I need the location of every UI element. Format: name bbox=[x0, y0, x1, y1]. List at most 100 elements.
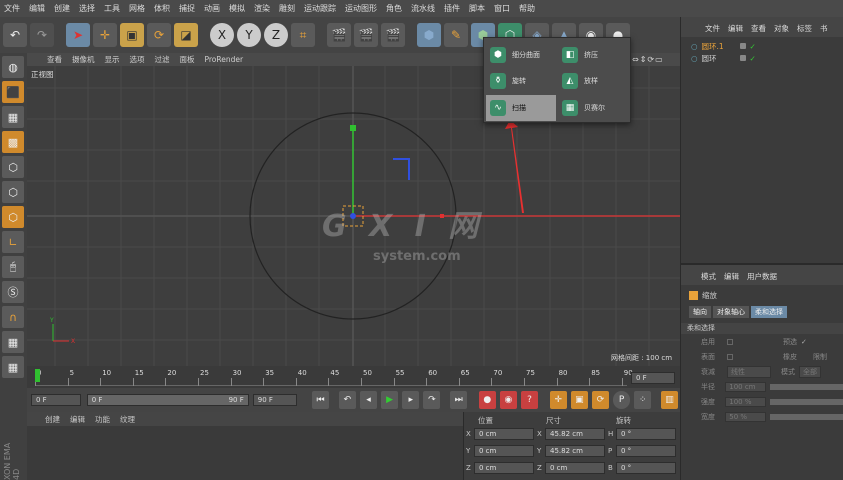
enabled-check-icon[interactable]: ✓ bbox=[750, 54, 756, 63]
attribute-checkbox[interactable] bbox=[727, 338, 733, 345]
menu-item[interactable]: 雕刻 bbox=[279, 3, 295, 14]
move-tool-button[interactable]: ✛ bbox=[93, 23, 117, 47]
objects-menu-item[interactable]: 对象 bbox=[774, 23, 789, 37]
redo-button[interactable]: ↷ bbox=[30, 23, 54, 47]
rotation-field[interactable]: 0 ° bbox=[616, 462, 676, 474]
x-axis-lock-button[interactable]: X bbox=[210, 23, 234, 47]
points-mode-button[interactable]: ⬡ bbox=[2, 156, 24, 178]
material-menu-item[interactable]: 创建 bbox=[45, 414, 60, 425]
menu-item[interactable]: 体积 bbox=[154, 3, 170, 14]
render-view-button[interactable]: 🎬 bbox=[327, 23, 351, 47]
key-scale-button[interactable]: ▣ bbox=[570, 391, 588, 409]
flyout-lathe[interactable]: ⚱ 旋转 bbox=[486, 68, 556, 94]
viewport-menu-item[interactable]: 显示 bbox=[105, 54, 120, 65]
attribute-extra-value[interactable]: 全部 bbox=[799, 365, 821, 378]
timeline-playhead[interactable] bbox=[35, 369, 40, 382]
timeline-window-button[interactable]: ▥ bbox=[660, 391, 679, 409]
objects-menu-item[interactable]: 编辑 bbox=[728, 23, 743, 37]
scale-tool-button[interactable]: ▣ bbox=[120, 23, 144, 47]
frame-range-slider[interactable]: 0 F 90 F bbox=[86, 394, 249, 406]
attribute-value[interactable]: 100 cm bbox=[725, 381, 767, 392]
objects-menu-item[interactable]: 标签 bbox=[797, 23, 812, 37]
pen-button[interactable]: ✎ bbox=[444, 23, 468, 47]
material-menu-item[interactable]: 纹理 bbox=[120, 414, 135, 425]
render-settings-button[interactable]: 🎬 bbox=[381, 23, 405, 47]
menu-item[interactable]: 插件 bbox=[444, 3, 460, 14]
size-field[interactable]: 45.82 cm bbox=[545, 428, 605, 440]
menu-item[interactable]: 工具 bbox=[104, 3, 120, 14]
menu-item[interactable]: 创建 bbox=[54, 3, 70, 14]
go-to-start-button[interactable]: ⏮ bbox=[312, 391, 330, 409]
position-field[interactable]: 0 cm bbox=[474, 445, 534, 457]
current-frame-field[interactable]: 0 F bbox=[631, 372, 675, 384]
edges-mode-button[interactable]: ⬡ bbox=[2, 181, 24, 203]
menu-item[interactable]: 文件 bbox=[4, 3, 20, 14]
attribute-value[interactable]: 50 % bbox=[725, 411, 767, 422]
magnet-button[interactable]: ∩ bbox=[2, 306, 24, 328]
key-rotation-button[interactable]: ⟳ bbox=[591, 391, 610, 409]
menu-item[interactable]: 运动图形 bbox=[345, 3, 377, 14]
model-mode-button[interactable]: ⬛ bbox=[2, 81, 24, 103]
attribute-slider[interactable] bbox=[770, 398, 843, 405]
cube-button[interactable]: ⬢ bbox=[417, 23, 441, 47]
viewport-menu-item[interactable]: ProRender bbox=[205, 55, 244, 64]
workplane-button[interactable]: ▩ bbox=[2, 131, 24, 153]
attributes-tab[interactable]: 对象轴心 bbox=[713, 306, 749, 318]
object-name[interactable]: 圆环 bbox=[702, 53, 736, 64]
menu-item[interactable]: 运动跟踪 bbox=[304, 3, 336, 14]
size-field[interactable]: 0 cm bbox=[545, 462, 605, 474]
attribute-extra-check-icon[interactable]: ✓ bbox=[801, 338, 807, 346]
flyout-sweep[interactable]: ∿ 扫描 bbox=[486, 95, 556, 121]
prev-frame-button[interactable]: ◂ bbox=[359, 391, 378, 409]
menu-item[interactable]: 选择 bbox=[79, 3, 95, 14]
y-axis-lock-button[interactable]: Y bbox=[237, 23, 261, 47]
tweak-mode-button[interactable]: 🖰 bbox=[2, 256, 24, 278]
grid-button[interactable]: ▦ bbox=[2, 356, 24, 378]
polygons-mode-button[interactable]: ⬡ bbox=[2, 206, 24, 228]
attribute-slider[interactable] bbox=[770, 383, 843, 390]
menu-item[interactable]: 脚本 bbox=[469, 3, 485, 14]
flyout-extrude[interactable]: ◧ 挤压 bbox=[558, 42, 628, 68]
flyout-subdivision-surface[interactable]: ⬢ 细分曲面 bbox=[486, 42, 556, 68]
objects-menu-item[interactable]: 文件 bbox=[705, 23, 720, 37]
attribute-checkbox[interactable] bbox=[727, 353, 733, 360]
menu-item[interactable]: 网格 bbox=[129, 3, 145, 14]
attributes-tab[interactable]: 柔和选择 bbox=[751, 306, 787, 318]
prev-key-button[interactable]: ↶ bbox=[338, 391, 356, 409]
keyframe-selection-button[interactable]: ? bbox=[521, 391, 539, 409]
menu-item[interactable]: 编辑 bbox=[29, 3, 45, 14]
viewport-menu-item[interactable]: 过滤 bbox=[155, 54, 170, 65]
render-picture-viewer-button[interactable]: 🎬 bbox=[354, 23, 378, 47]
attributes-tab[interactable]: 轴向 bbox=[689, 306, 711, 318]
rotate-tool-button[interactable]: ⟳ bbox=[147, 23, 171, 47]
key-pla-button[interactable]: ⁘ bbox=[634, 391, 652, 409]
start-frame-field[interactable]: 0 F bbox=[31, 394, 81, 406]
select-tool-button[interactable]: ➤ bbox=[66, 23, 90, 47]
attribute-value[interactable]: 线性 bbox=[727, 365, 771, 378]
flyout-bezier[interactable]: ▦ 贝赛尔 bbox=[558, 95, 628, 121]
enabled-check-icon[interactable]: ✓ bbox=[750, 42, 756, 51]
viewport-menu-item[interactable]: 面板 bbox=[180, 54, 195, 65]
viewport-menu-item[interactable]: 选项 bbox=[130, 54, 145, 65]
record-button[interactable]: ● bbox=[478, 391, 496, 409]
object-row[interactable]: ○ 圆环.1 ✓ bbox=[681, 40, 843, 52]
texture-mode-button[interactable]: ▦ bbox=[2, 106, 24, 128]
last-tool-button[interactable]: ◪ bbox=[174, 23, 198, 47]
timeline[interactable]: 051015202530354045505560657075808590 0 F bbox=[27, 366, 680, 388]
next-frame-button[interactable]: ▸ bbox=[402, 391, 420, 409]
size-field[interactable]: 45.82 cm bbox=[545, 445, 605, 457]
menu-item[interactable]: 动画 bbox=[204, 3, 220, 14]
snap-button[interactable]: Ⓢ bbox=[2, 281, 24, 303]
visibility-toggle[interactable] bbox=[739, 43, 746, 49]
menu-item[interactable]: 模拟 bbox=[229, 3, 245, 14]
viewport-nav-icons[interactable]: ⇔⇕⟳▭ bbox=[632, 55, 664, 64]
axis-mode-button[interactable]: ∟ bbox=[2, 231, 24, 253]
object-name[interactable]: 圆环.1 bbox=[702, 41, 736, 52]
attributes-menu-item[interactable]: 用户数据 bbox=[747, 271, 777, 285]
material-menu-item[interactable]: 功能 bbox=[95, 414, 110, 425]
attributes-menu-item[interactable]: 编辑 bbox=[724, 271, 739, 285]
next-key-button[interactable]: ↷ bbox=[423, 391, 441, 409]
lock-workplane-button[interactable]: ▦ bbox=[2, 331, 24, 353]
viewport-menu-item[interactable]: 摄像机 bbox=[72, 54, 95, 65]
flyout-loft[interactable]: ◭ 放样 bbox=[558, 68, 628, 94]
